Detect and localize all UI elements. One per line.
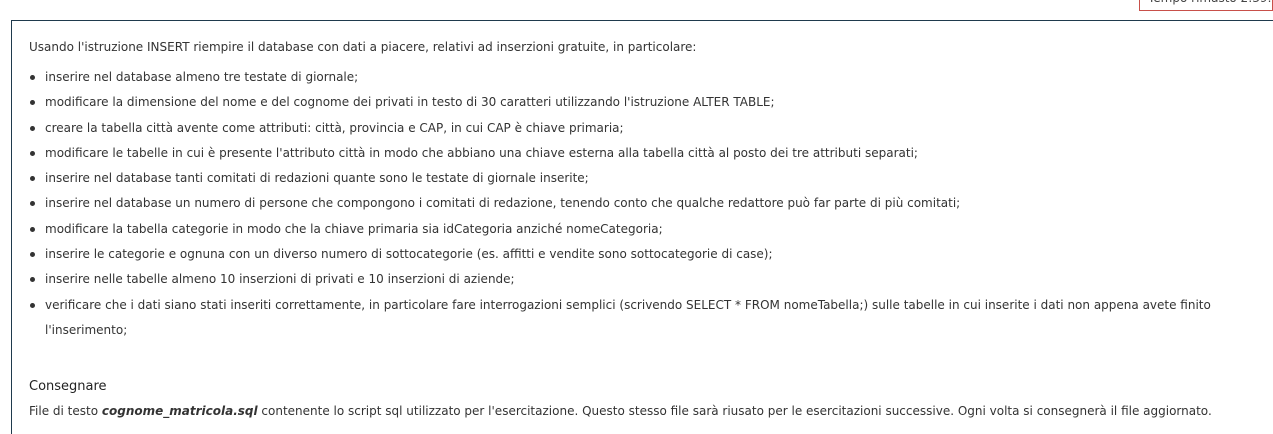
list-item: inserire le categorie e ognuna con un di… <box>29 242 1244 267</box>
bullet-icon <box>30 75 35 80</box>
bullet-icon <box>30 302 35 308</box>
list-item-text: creare la tabella città avente come attr… <box>45 120 624 135</box>
bullet-icon <box>30 150 35 156</box>
list-item: inserire nel database un numero di perso… <box>29 191 1244 216</box>
list-item-text: inserire nel database un numero di perso… <box>45 196 961 211</box>
deliver-suffix: contenente lo script sql utilizzato per … <box>257 404 1212 418</box>
bullet-icon <box>30 226 35 232</box>
assignment-content: Usando l'istruzione INSERT riempire il d… <box>11 20 1273 434</box>
list-item-text: modificare le tabelle in cui è presente … <box>45 145 918 160</box>
deliver-heading: Consegnare <box>29 379 107 394</box>
bullet-icon <box>30 201 35 207</box>
list-item: creare la tabella città avente come attr… <box>29 116 1244 141</box>
bullet-icon <box>30 100 35 106</box>
intro-text: Usando l'istruzione INSERT riempire il d… <box>29 40 697 54</box>
list-item: modificare la dimensione del nome e del … <box>29 90 1244 115</box>
bullet-icon <box>30 176 35 182</box>
list-item-text: inserire nel database tanti comitati di … <box>45 171 589 186</box>
list-item-text: verificare che i dati siano stati inseri… <box>45 297 1211 337</box>
list-item: modificare le tabelle in cui è presente … <box>29 141 1244 166</box>
list-item-text: inserire le categorie e ognuna con un di… <box>45 247 773 262</box>
task-list: inserire nel database almeno tre testate… <box>29 65 1244 343</box>
list-item: inserire nelle tabelle almeno 10 inserzi… <box>29 267 1244 292</box>
bullet-icon <box>30 125 35 131</box>
deliver-text: File di testo cognome_matricola.sql cont… <box>29 403 1212 419</box>
list-item: verificare che i dati siano stati inseri… <box>29 293 1244 344</box>
bullet-icon <box>30 252 35 258</box>
deliver-filename: cognome_matricola.sql <box>101 404 258 418</box>
bullet-icon <box>30 277 35 283</box>
list-item: inserire nel database tanti comitati di … <box>29 166 1244 191</box>
list-item-text: modificare la dimensione del nome e del … <box>45 95 775 110</box>
list-item: modificare la tabella categorie in modo … <box>29 217 1244 242</box>
list-item-text: inserire nel database almeno tre testate… <box>45 70 359 84</box>
time-remaining-badge: Tempo rimasto 2:39:... <box>1139 0 1273 11</box>
list-item-text: inserire nelle tabelle almeno 10 inserzi… <box>45 272 515 287</box>
list-item-text: modificare la tabella categorie in modo … <box>45 221 663 236</box>
list-item: inserire nel database almeno tre testate… <box>29 65 1244 90</box>
deliver-prefix: File di testo <box>29 404 102 418</box>
